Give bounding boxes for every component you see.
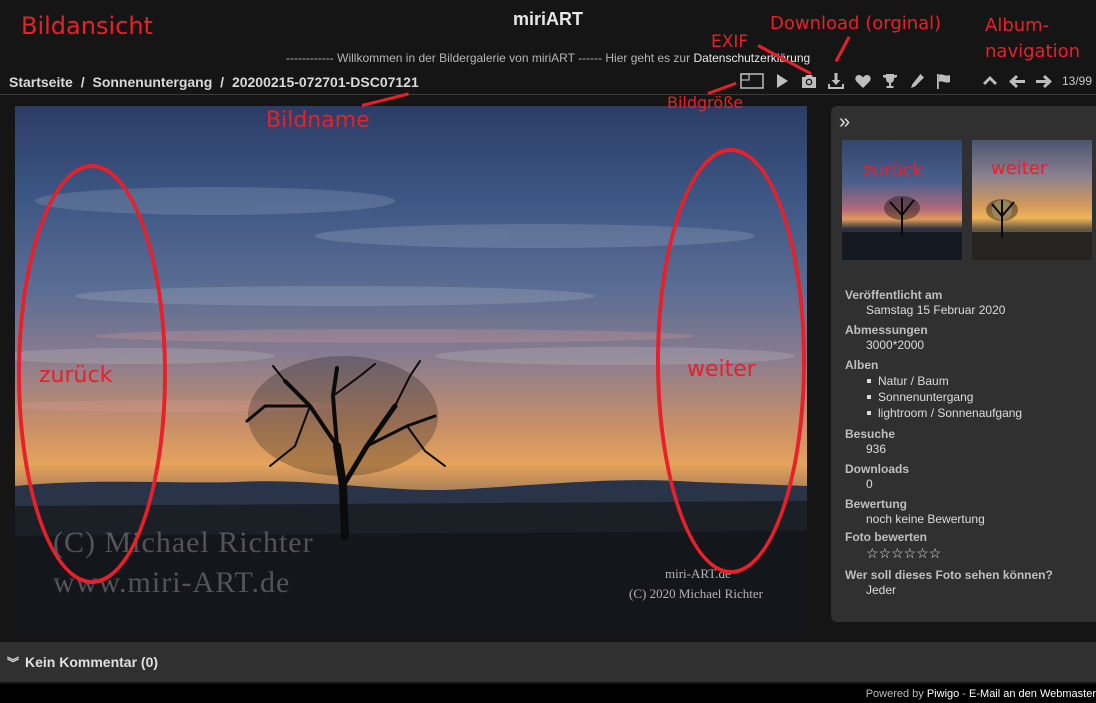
- representative-button[interactable]: [881, 72, 899, 90]
- dimensions-value: 3000*2000: [866, 338, 925, 352]
- arrow-up-icon: [983, 76, 997, 85]
- breadcrumb: Startseite / Sonnenuntergang / 20200215-…: [9, 74, 423, 90]
- downloads-label: Downloads: [845, 462, 910, 476]
- rating-label: Bewertung: [845, 497, 908, 511]
- next-image-button[interactable]: [1035, 72, 1053, 90]
- breadcrumb-image-name: 20200215-072701-DSC07121: [231, 74, 419, 90]
- albums-label: Alben: [845, 358, 879, 372]
- breadcrumb-album[interactable]: Sonnenuntergang: [92, 74, 212, 90]
- piwigo-link[interactable]: Piwigo: [927, 688, 959, 700]
- albums-list: Natur / Baum Sonnenuntergang lightroom /…: [866, 373, 1093, 421]
- collapse-panel-button[interactable]: »: [839, 111, 850, 134]
- favorite-button[interactable]: [854, 72, 872, 90]
- annotation-bildname: Bildname: [266, 108, 370, 133]
- header-divider: [0, 94, 1096, 95]
- edit-button[interactable]: [908, 72, 926, 90]
- report-button[interactable]: [935, 72, 953, 90]
- arrow-left-icon: [1009, 75, 1025, 88]
- visits-label: Besuche: [845, 427, 896, 441]
- downloads-value: 0: [866, 477, 873, 491]
- previous-image-button[interactable]: [1008, 72, 1026, 90]
- flag-icon: [937, 74, 950, 89]
- album-link[interactable]: Sonnenuntergang: [866, 389, 1093, 405]
- privacy-level-value[interactable]: Jeder: [866, 583, 1093, 597]
- rate-photo-label: Foto bewerten: [845, 530, 928, 544]
- visits-value: 936: [866, 442, 887, 456]
- annotation-album-nav-line2: navigation: [985, 41, 1081, 62]
- annotation-weiter-thumb: weiter: [991, 158, 1048, 179]
- image-info-panel: » Veröffentlicht am Samstag 15 Februar 2…: [831, 106, 1096, 622]
- arrow-right-icon: [1036, 75, 1052, 88]
- previous-thumbnail-image: [842, 196, 962, 260]
- annotation-weiter-photo: weiter: [687, 357, 756, 382]
- annotation-download: Download (orginal): [770, 13, 942, 34]
- image-counter: 13/99: [1062, 74, 1093, 88]
- dimensions-label: Abmessungen: [845, 323, 928, 337]
- play-slideshow-icon: [777, 74, 788, 88]
- double-chevron-down-icon: ︾: [7, 656, 20, 670]
- album-link[interactable]: Natur / Baum: [866, 373, 1093, 389]
- image-details: Veröffentlicht am Samstag 15 Februar 202…: [845, 282, 1093, 597]
- breadcrumb-separator: /: [80, 74, 85, 90]
- annotation-bildgroesse: Bildgröße: [667, 93, 744, 112]
- previous-thumbnail[interactable]: [842, 140, 962, 260]
- footer: Powered by Piwigo - E-Mail an den Webmas…: [0, 684, 1096, 703]
- slideshow-button[interactable]: [773, 72, 791, 90]
- welcome-text: ------------ Willkommen in der Bildergal…: [285, 51, 694, 65]
- webmaster-email-link[interactable]: E-Mail an den Webmaster: [969, 688, 1096, 700]
- image-size-icon: [740, 73, 764, 89]
- download-button[interactable]: [827, 72, 845, 90]
- privacy-level-label: Wer soll dieses Foto sehen können?: [845, 568, 1053, 582]
- annotation-bildansicht: Bildansicht: [21, 12, 153, 40]
- footer-separator: -: [959, 688, 970, 700]
- rate-photo-stars[interactable]: ☆☆☆☆☆☆: [866, 545, 1093, 562]
- heart-favorite-icon: [855, 74, 871, 88]
- album-up-button[interactable]: [981, 72, 999, 90]
- annotation-album-nav-line1: Album-: [985, 15, 1050, 36]
- powered-by-text: Powered by: [865, 688, 927, 700]
- annotation-zurueck-thumb: zurück: [863, 160, 923, 181]
- comments-toggle[interactable]: ︾ Kein Kommentar (0): [0, 642, 1096, 682]
- breadcrumb-separator: /: [220, 74, 225, 90]
- annotation-zurueck-photo: zurück: [39, 363, 113, 388]
- signature-copyright: (C) 2020 Michael Richter: [629, 586, 763, 601]
- album-link[interactable]: lightroom / Sonnenaufgang: [866, 405, 1093, 421]
- annotation-exif: EXIF: [711, 32, 749, 52]
- download-icon: [828, 73, 844, 89]
- comments-label: Kein Kommentar (0): [25, 654, 159, 670]
- breadcrumb-home[interactable]: Startseite: [9, 74, 73, 90]
- published-label: Veröffentlicht am: [845, 288, 943, 302]
- pencil-edit-icon: [911, 74, 924, 88]
- image-toolbar: 13/99: [740, 70, 1096, 92]
- published-value[interactable]: Samstag 15 Februar 2020: [866, 303, 1093, 317]
- image-size-button[interactable]: [740, 72, 764, 90]
- trophy-icon: [883, 74, 897, 88]
- welcome-banner: ------------ Willkommen in der Bildergal…: [0, 51, 1096, 65]
- rating-value: noch keine Bewertung: [866, 512, 985, 526]
